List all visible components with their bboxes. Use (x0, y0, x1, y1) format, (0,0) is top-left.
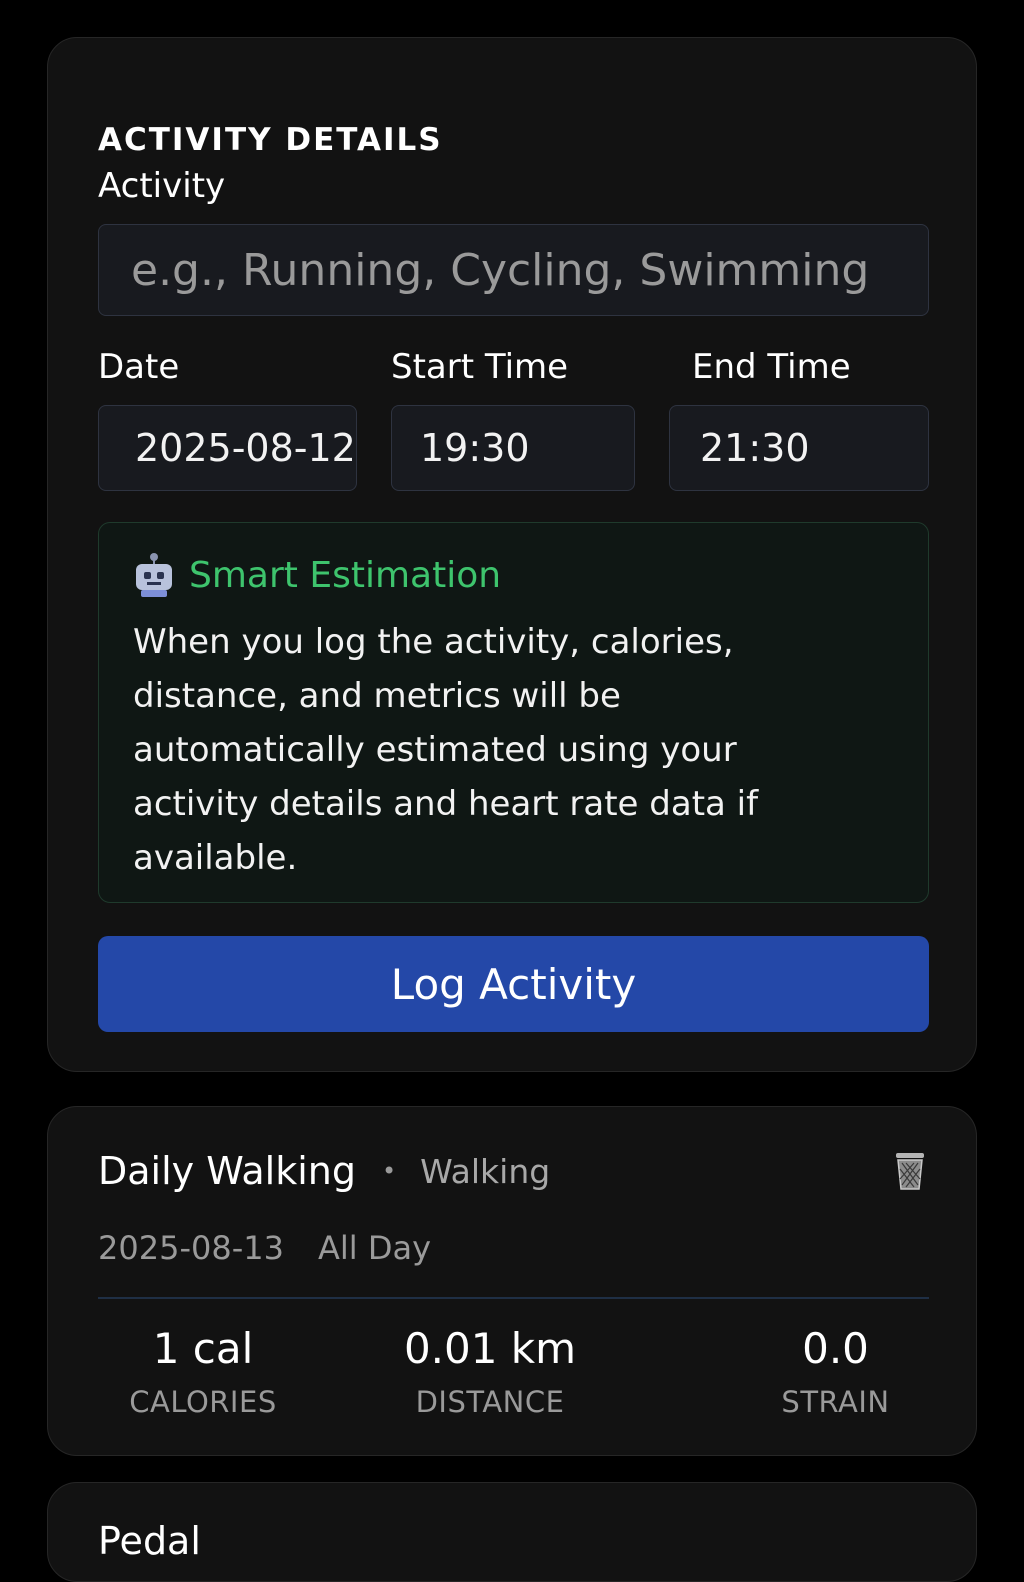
calories-value: 1 cal (152, 1324, 254, 1373)
separator-dot: • (381, 1157, 397, 1185)
activity-details-card: ACTIVITY DETAILS Activity e.g., Running,… (47, 37, 977, 1072)
activity-title-row: Daily Walking • Walking (98, 1149, 550, 1193)
log-activity-button[interactable]: Log Activity (98, 936, 929, 1032)
distance-value: 0.01 km (403, 1324, 577, 1373)
activity-date: 2025-08-13 (98, 1229, 284, 1267)
activity-name: Pedal (98, 1519, 201, 1563)
strain-value: 0.0 (802, 1324, 869, 1373)
activity-name: Daily Walking (98, 1149, 356, 1193)
start-time-input[interactable]: 19:30 (391, 405, 635, 491)
calories-label: CALORIES (129, 1385, 277, 1419)
distance-stat: 0.01 km DISTANCE (388, 1321, 592, 1419)
smart-estimation-title: Smart Estimation (189, 554, 502, 596)
divider (98, 1297, 929, 1299)
calories-stat: 1 cal CALORIES (108, 1321, 298, 1419)
start-time-label: Start Time (391, 347, 569, 387)
activity-time: All Day (317, 1229, 431, 1267)
date-label: Date (98, 347, 180, 387)
date-input[interactable]: 2025-08-12 (98, 405, 357, 491)
activity-card-partial[interactable]: Pedal (47, 1482, 977, 1582)
activity-input[interactable]: e.g., Running, Cycling, Swimming (98, 224, 929, 316)
strain-label: STRAIN (781, 1385, 890, 1419)
trash-icon[interactable] (894, 1149, 926, 1191)
smart-estimation-header: Smart Estimation (133, 553, 501, 597)
smart-estimation-text: When you log the activity, calories, dis… (133, 622, 759, 878)
smart-estimation-panel: Smart Estimation When you log the activi… (98, 522, 929, 903)
activity-type: Walking (420, 1151, 551, 1191)
strain-stat: 0.0 STRAIN (758, 1321, 913, 1419)
robot-icon (133, 553, 175, 597)
end-time-input[interactable]: 21:30 (669, 405, 929, 491)
activity-label: Activity (98, 166, 226, 206)
activity-meta: 2025-08-13 All Day (98, 1229, 431, 1267)
distance-label: DISTANCE (415, 1385, 565, 1419)
end-time-label: End Time (692, 347, 851, 387)
activity-card[interactable]: Daily Walking • Walking 2025-08-13 All D… (47, 1106, 977, 1456)
section-title: ACTIVITY DETAILS (98, 122, 443, 158)
